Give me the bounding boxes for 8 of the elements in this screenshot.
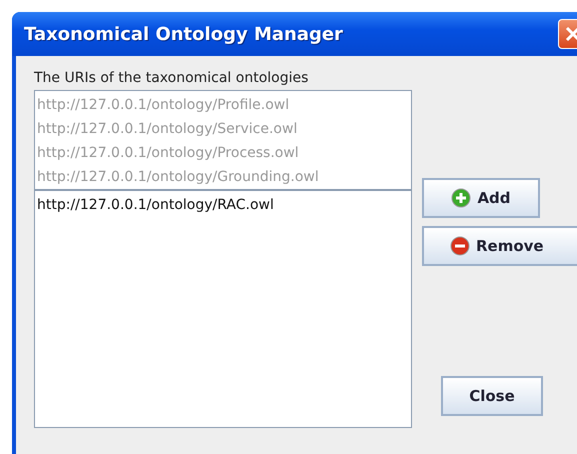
add-button[interactable]: Add bbox=[422, 178, 540, 218]
remove-button[interactable]: Remove bbox=[422, 226, 577, 266]
plus-icon bbox=[451, 188, 472, 208]
list-label: The URIs of the taxonomical ontologies bbox=[34, 70, 310, 86]
list-item[interactable]: http://127.0.0.1/ontology/RAC.owl bbox=[37, 193, 409, 217]
minus-icon bbox=[450, 236, 470, 256]
window-title: Taxonomical Ontology Manager bbox=[24, 24, 343, 44]
close-button[interactable]: Close bbox=[441, 376, 543, 416]
